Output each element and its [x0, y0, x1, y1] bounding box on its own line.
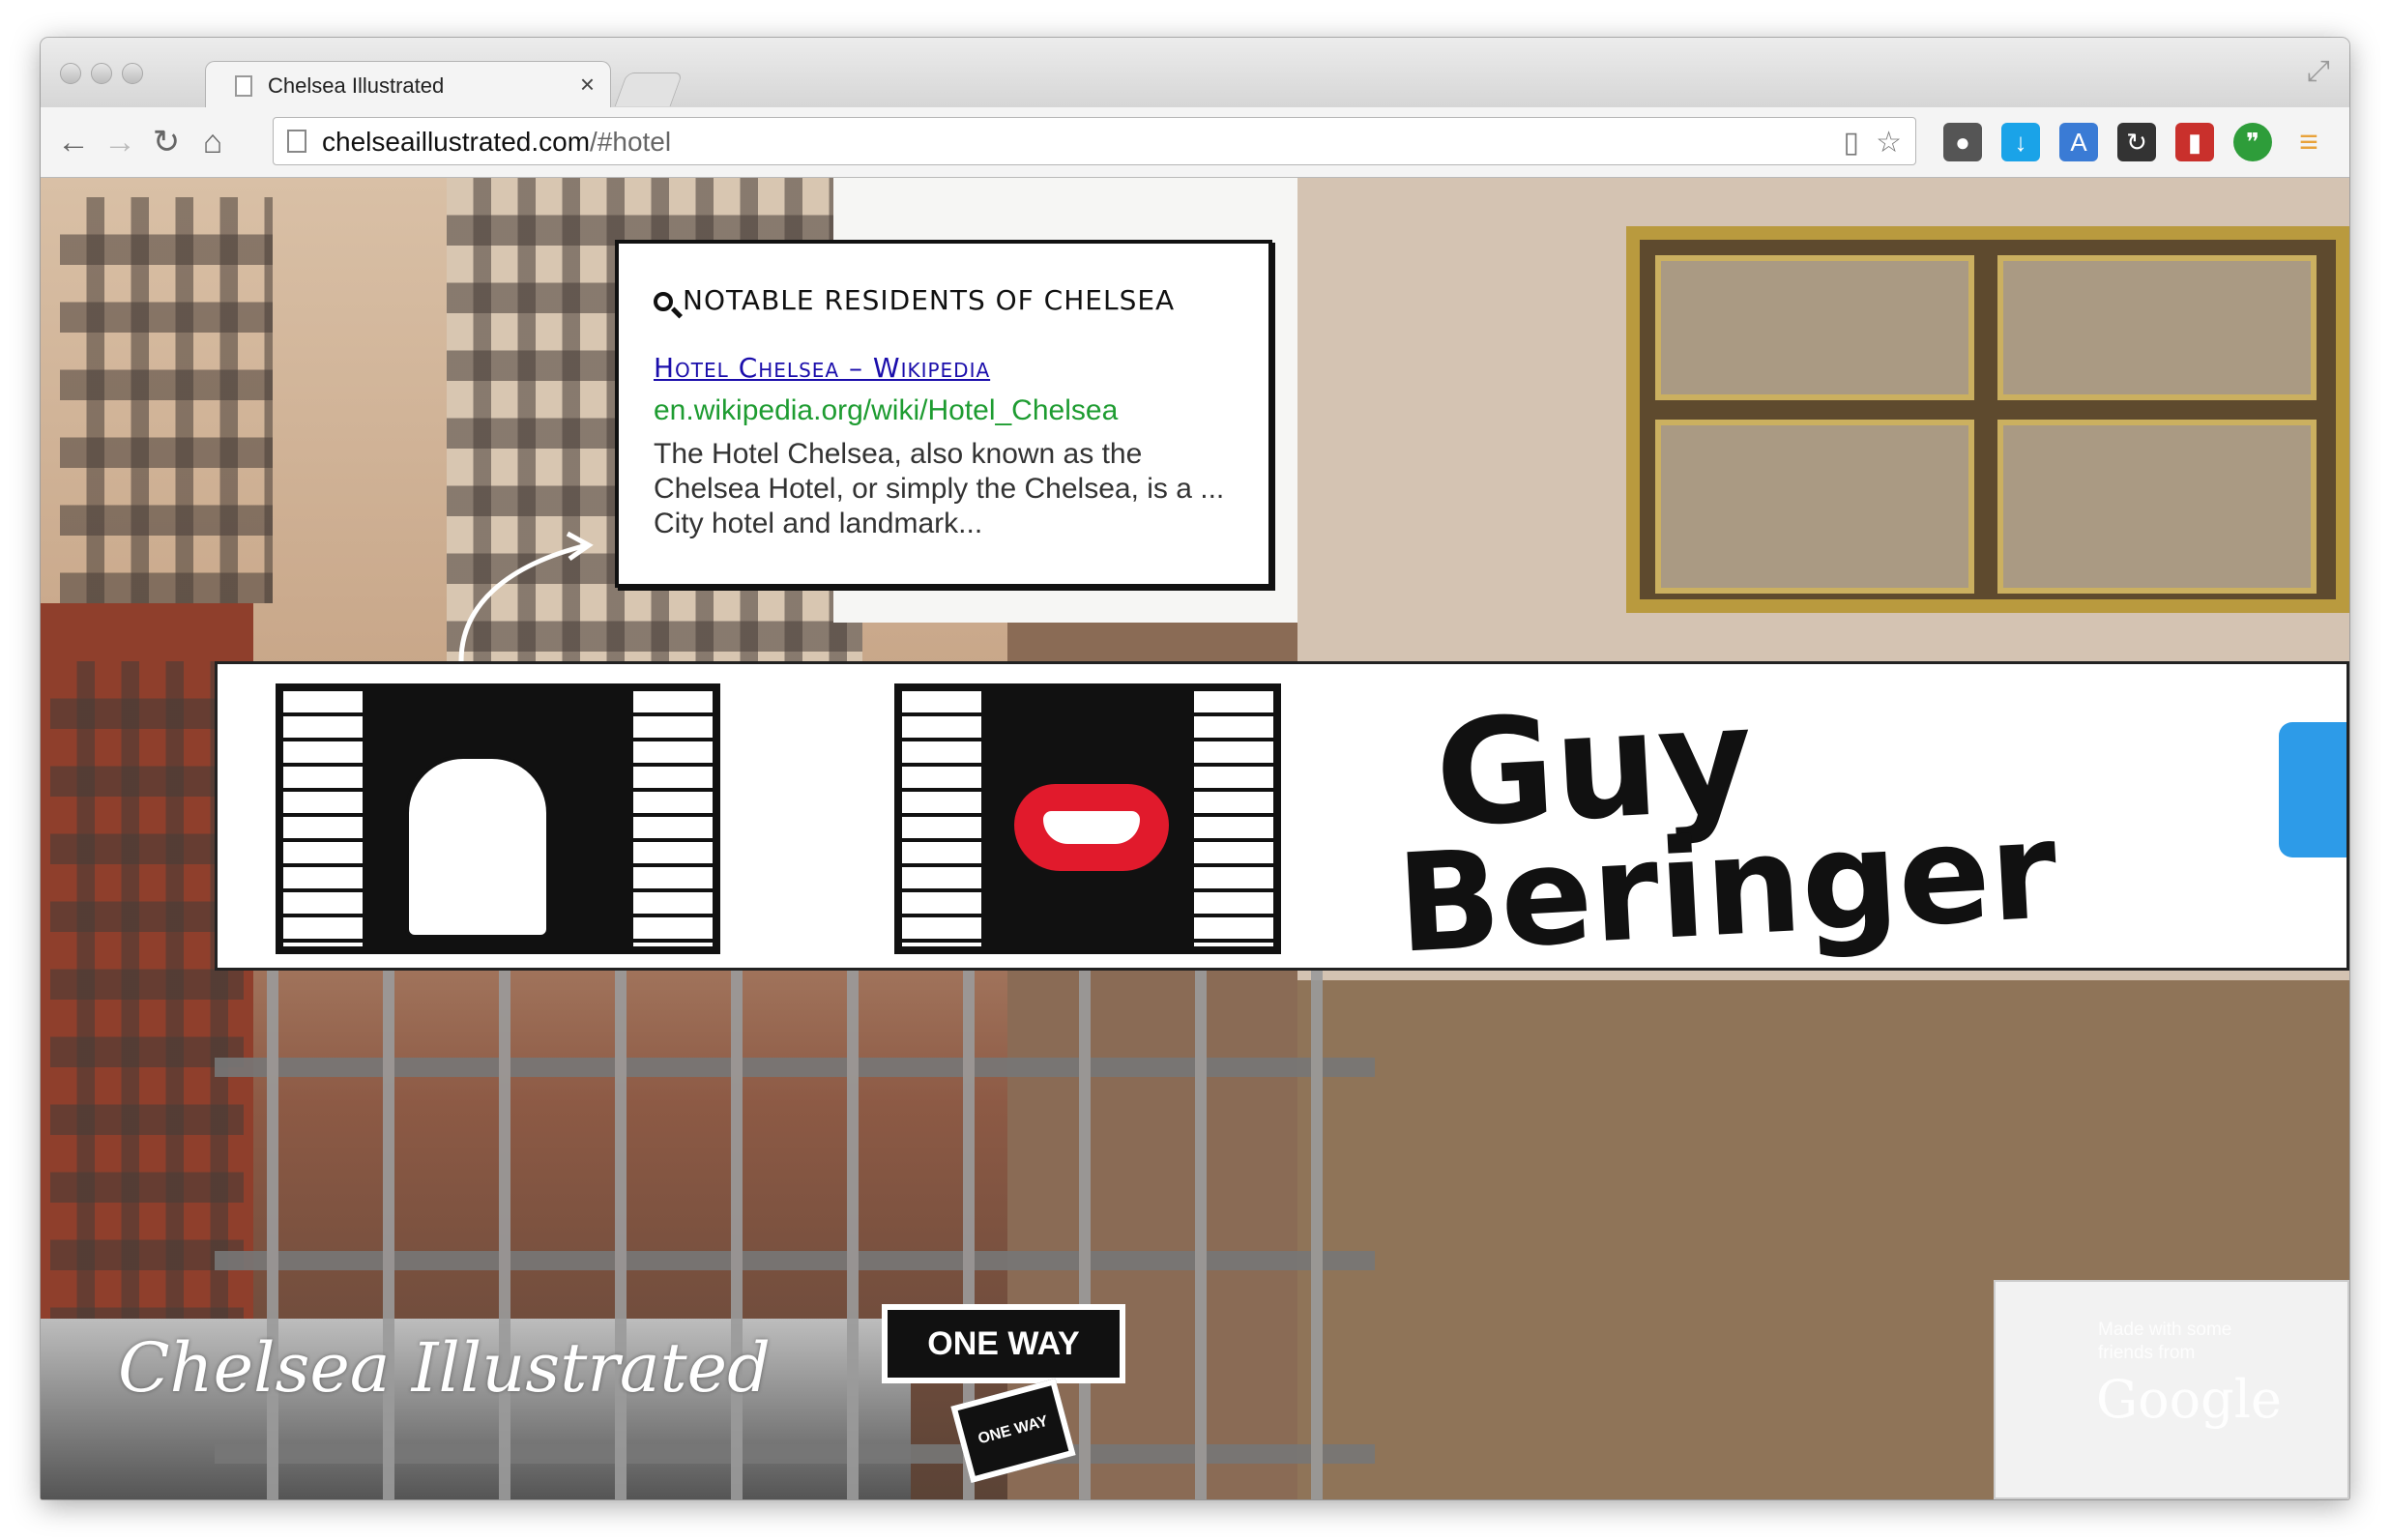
- window-pane: [1997, 255, 2317, 400]
- sync-icon[interactable]: ↻: [2117, 123, 2156, 161]
- search-result-url: en.wikipedia.org/wiki/Hotel_Chelsea: [654, 394, 1119, 426]
- window-lips-illustration: [894, 683, 1281, 954]
- title-bar: Chelsea Illustrated × ⤢: [41, 38, 2349, 109]
- graffiti-line2: Beringer: [1393, 792, 2061, 984]
- translate-icon[interactable]: A: [2059, 123, 2098, 161]
- minimize-window-button[interactable]: [91, 63, 112, 84]
- star-icon[interactable]: ☆: [1876, 126, 1902, 160]
- toolbar: ← → ↻ ⌂ chelseaillustrated.com/#hotel ▯ …: [41, 107, 2349, 178]
- one-way-sign: ONE WAY: [882, 1304, 1125, 1383]
- new-tab-button[interactable]: [614, 73, 684, 106]
- woman-figure: [405, 755, 550, 939]
- made-with-text: Made with some friends from: [2098, 1320, 2232, 1363]
- search-result-link[interactable]: Hotel Chelsea – Wikipedia: [654, 352, 990, 384]
- page-icon: [235, 75, 252, 97]
- shutter-right: [1190, 687, 1277, 950]
- reload-icon[interactable]: ↻: [147, 123, 186, 161]
- browser-window: Chelsea Illustrated × ⤢ ← → ↻ ⌂ chelseai…: [41, 38, 2349, 1499]
- address-bar[interactable]: chelseaillustrated.com/#hotel ▯ ☆: [273, 117, 1916, 165]
- url-host: chelseaillustrated.com: [322, 127, 591, 157]
- blue-phone-illustration: [2279, 722, 2346, 857]
- url-text[interactable]: chelseaillustrated.com/#hotel: [322, 127, 671, 158]
- download-icon[interactable]: ↓: [2001, 123, 2040, 161]
- zoom-window-button[interactable]: [122, 63, 143, 84]
- menu-icon[interactable]: ≡: [2289, 123, 2328, 161]
- home-icon[interactable]: ⌂: [193, 123, 232, 161]
- gold-window-frame: [1626, 226, 2349, 613]
- window-woman-illustration: [276, 683, 720, 954]
- callout-arrow: [458, 531, 594, 662]
- shutter-left: [898, 687, 985, 950]
- tab-chelsea-illustrated[interactable]: Chelsea Illustrated ×: [205, 61, 611, 109]
- shutter-left: [279, 687, 366, 950]
- close-tab-icon[interactable]: ×: [580, 70, 595, 100]
- reader-icon[interactable]: ▯: [1843, 126, 1859, 160]
- scaffolding: [215, 971, 1375, 1499]
- google-logo[interactable]: Google: [2096, 1369, 2282, 1430]
- window-pane: [1997, 420, 2317, 594]
- search-icon: [654, 292, 673, 311]
- url-path: /#hotel: [590, 127, 672, 157]
- teeth: [1043, 811, 1140, 844]
- chelsea-illustrated-logo[interactable]: Chelsea Illustrated: [118, 1328, 771, 1408]
- hangouts-icon[interactable]: ❞: [2233, 123, 2272, 161]
- back-icon[interactable]: ←: [54, 123, 93, 161]
- fullscreen-icon[interactable]: ⤢: [2307, 55, 2330, 88]
- search-result-snippet: The Hotel Chelsea, also known as the Che…: [654, 438, 1225, 539]
- shutter-right: [629, 687, 716, 950]
- page-content: Guy Beringer ONE WAY ONE WAY Chelsea Ill…: [41, 178, 2349, 1499]
- smiling-lips: [1014, 784, 1169, 871]
- callout-heading-text: NOTABLE RESIDENTS OF CHELSEA: [683, 284, 1176, 316]
- callout-heading: NOTABLE RESIDENTS OF CHELSEA: [654, 284, 1175, 316]
- tab-title: Chelsea Illustrated: [268, 73, 445, 98]
- illustrated-billboard: Guy Beringer: [215, 661, 2349, 984]
- window-pane: [1655, 255, 1974, 400]
- building-windows: [60, 197, 273, 603]
- notable-residents-callout: NOTABLE RESIDENTS OF CHELSEA Hotel Chels…: [615, 240, 1272, 588]
- forward-icon[interactable]: →: [101, 123, 139, 161]
- page-info-icon[interactable]: [287, 130, 306, 153]
- close-window-button[interactable]: [60, 63, 81, 84]
- bookmark-red-icon[interactable]: ▮: [2175, 123, 2214, 161]
- window-pane: [1655, 420, 1974, 594]
- evernote-icon[interactable]: ●: [1943, 123, 1982, 161]
